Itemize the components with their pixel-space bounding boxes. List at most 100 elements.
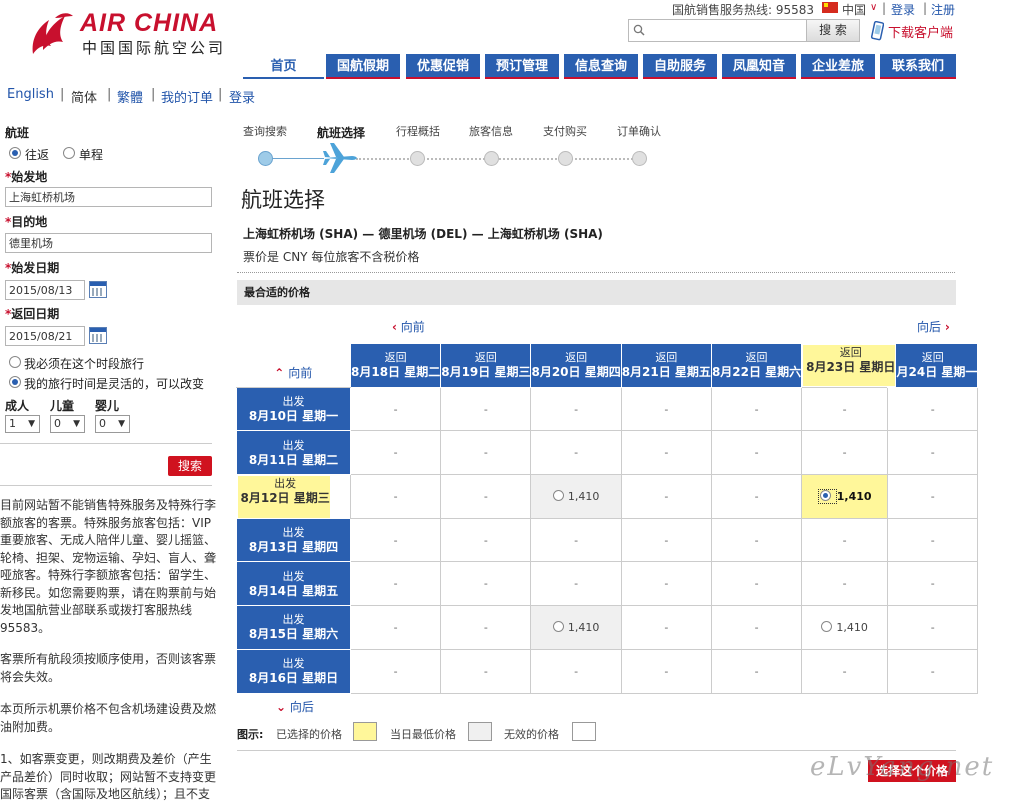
search-flights-button[interactable]: 搜索 xyxy=(168,456,212,476)
fare-empty-value: - xyxy=(754,446,759,460)
fare-empty-value: - xyxy=(664,577,669,591)
step-flight-select: 航班选择 xyxy=(317,126,366,140)
mobile-phone-icon[interactable] xyxy=(870,21,884,41)
child-count-value: 0 xyxy=(54,417,61,430)
download-app-link[interactable]: 下载客户端 xyxy=(888,22,953,41)
return-date-input[interactable]: 2015/08/21 xyxy=(5,326,85,346)
nav-contact-us[interactable]: 联系我们 xyxy=(880,54,956,79)
region-selector[interactable]: 中国 xyxy=(842,1,866,18)
infant-count-select[interactable]: 0 ▼ xyxy=(95,415,130,433)
chevron-down-icon[interactable]: ∨ xyxy=(870,2,877,13)
my-orders-link[interactable]: 我的订单 xyxy=(161,87,213,106)
return-date-header[interactable]: 返回 8月24日 星期一 xyxy=(887,343,979,388)
prev-depart-link[interactable]: ⌃ 向前 xyxy=(236,343,351,388)
depart-date: 8月11日 星期二 xyxy=(248,452,339,467)
fare-radio[interactable] xyxy=(821,620,833,632)
login-link-secondary[interactable]: 登录 xyxy=(229,87,255,106)
nav-info-query[interactable]: 信息查询 xyxy=(564,54,638,79)
fare-cell[interactable]: 1,410 xyxy=(801,474,889,519)
fixed-time-radio[interactable] xyxy=(9,356,21,368)
fare-cell-empty: - xyxy=(710,605,803,650)
fare-empty-value: - xyxy=(574,402,579,416)
one-way-label: 单程 xyxy=(79,148,104,162)
brand-name-en: AIR CHINA xyxy=(80,9,219,37)
depart-date-input[interactable]: 2015/08/13 xyxy=(5,280,85,300)
nav-self-service[interactable]: 自助服务 xyxy=(643,54,717,79)
legend-title: 图示: xyxy=(237,728,264,741)
fare-radio[interactable] xyxy=(552,620,564,632)
fare-empty-value: - xyxy=(930,577,935,591)
best-price-header: 最合适的价格 xyxy=(237,280,956,305)
return-date-header[interactable]: 返回 8月22日 星期六 xyxy=(710,343,803,388)
fare-cell-empty: - xyxy=(620,517,712,563)
lang-simplified-link[interactable]: 简体 xyxy=(71,87,97,106)
nav-holidays[interactable]: 国航假期 xyxy=(326,54,400,79)
fare-cell-empty: - xyxy=(620,430,712,476)
return-date: 8月22日 星期六 xyxy=(711,365,802,380)
fare-radio[interactable] xyxy=(552,489,564,501)
fare-cell[interactable]: 1,410 xyxy=(801,605,889,650)
depart-date-header[interactable]: 出发 8月13日 星期四 xyxy=(236,517,351,563)
child-count-select[interactable]: 0 ▼ xyxy=(50,415,85,433)
step-dot xyxy=(484,151,499,166)
return-date-header[interactable]: 返回 8月20日 星期四 xyxy=(530,343,622,388)
step-dot-done xyxy=(258,151,273,166)
depart-date-label: *始发日期 xyxy=(5,261,60,275)
lang-traditional-link[interactable]: 繁體 xyxy=(117,87,143,106)
prev-week-link[interactable]: ‹ 向前 xyxy=(392,318,425,335)
return-date-label: *返回日期 xyxy=(5,307,60,321)
return-word: 返回 xyxy=(921,351,944,365)
return-date-header[interactable]: 返回 8月21日 星期五 xyxy=(620,343,712,388)
destination-input[interactable]: 德里机场 xyxy=(5,233,212,253)
depart-date-header[interactable]: 出发 8月14日 星期五 xyxy=(236,561,351,607)
register-link[interactable]: 注册 xyxy=(931,1,955,18)
fare-empty-value: - xyxy=(664,533,669,547)
calendar-icon[interactable] xyxy=(89,281,107,298)
depart-date-header[interactable]: 出发 8月15日 星期六 xyxy=(236,605,351,650)
site-search-button[interactable]: 搜 索 xyxy=(806,20,859,41)
nav-promotions[interactable]: 优惠促销 xyxy=(406,54,480,79)
fare-empty-value: - xyxy=(842,402,847,416)
return-date-header-selected[interactable]: 返回 8月23日 星期日 xyxy=(802,343,897,388)
fare-cell-empty: - xyxy=(530,430,622,476)
fare-cell-empty: - xyxy=(620,648,712,694)
adult-count-select[interactable]: 1 ▼ xyxy=(5,415,40,433)
fare-cell[interactable]: 1,410 xyxy=(530,605,622,650)
login-link[interactable]: 登录 xyxy=(891,1,915,18)
dropdown-arrow-icon: ▼ xyxy=(28,419,35,429)
fare-empty-value: - xyxy=(483,533,488,547)
fare-cell-empty: - xyxy=(887,561,979,607)
depart-date-header[interactable]: 出发 8月12日 星期三 xyxy=(236,475,331,519)
flexible-time-radio[interactable] xyxy=(9,376,21,388)
fare-radio[interactable] xyxy=(819,489,831,501)
one-way-radio[interactable] xyxy=(63,147,75,159)
return-date-header[interactable]: 返回 8月19日 星期三 xyxy=(440,343,532,388)
round-trip-radio[interactable] xyxy=(9,147,21,159)
depart-date-header[interactable]: 出发 8月10日 星期一 xyxy=(236,386,351,432)
fare-empty-value: - xyxy=(842,446,847,460)
round-trip-label: 往返 xyxy=(25,148,50,162)
fare-cell-empty: - xyxy=(620,561,712,607)
fare-empty-value: - xyxy=(842,664,847,678)
fare-cell-empty: - xyxy=(349,430,442,476)
nav-home[interactable]: 首页 xyxy=(243,54,324,79)
calendar-icon[interactable] xyxy=(89,327,107,344)
fare-amount: 1,410 xyxy=(567,489,600,503)
return-word: 返回 xyxy=(384,351,407,365)
price-exclusion-note: 本页所示机票价格不包含机场建设费及燃油附加费。 xyxy=(0,702,217,734)
next-depart-link[interactable]: ⌄ 向后 xyxy=(276,698,314,715)
fare-cell-empty: - xyxy=(620,474,712,519)
nav-corporate-travel[interactable]: 企业差旅 xyxy=(801,54,875,79)
lang-english-link[interactable]: English xyxy=(7,87,54,102)
next-week-link[interactable]: 向后 › xyxy=(917,318,950,335)
return-date-header[interactable]: 返回 8月18日 星期二 xyxy=(349,343,442,388)
depart-date-header[interactable]: 出发 8月11日 星期二 xyxy=(236,430,351,476)
origin-input[interactable]: 上海虹桥机场 xyxy=(5,187,212,207)
return-date: 8月21日 星期五 xyxy=(621,365,711,380)
fare-empty-value: - xyxy=(483,446,488,460)
nav-phoenix-miles[interactable]: 凤凰知音 xyxy=(722,54,796,79)
depart-date: 8月12日 星期三 xyxy=(240,491,330,506)
fare-cell[interactable]: 1,410 xyxy=(530,474,622,519)
nav-booking-management[interactable]: 预订管理 xyxy=(485,54,559,79)
depart-date-header[interactable]: 出发 8月16日 星期日 xyxy=(236,648,351,694)
